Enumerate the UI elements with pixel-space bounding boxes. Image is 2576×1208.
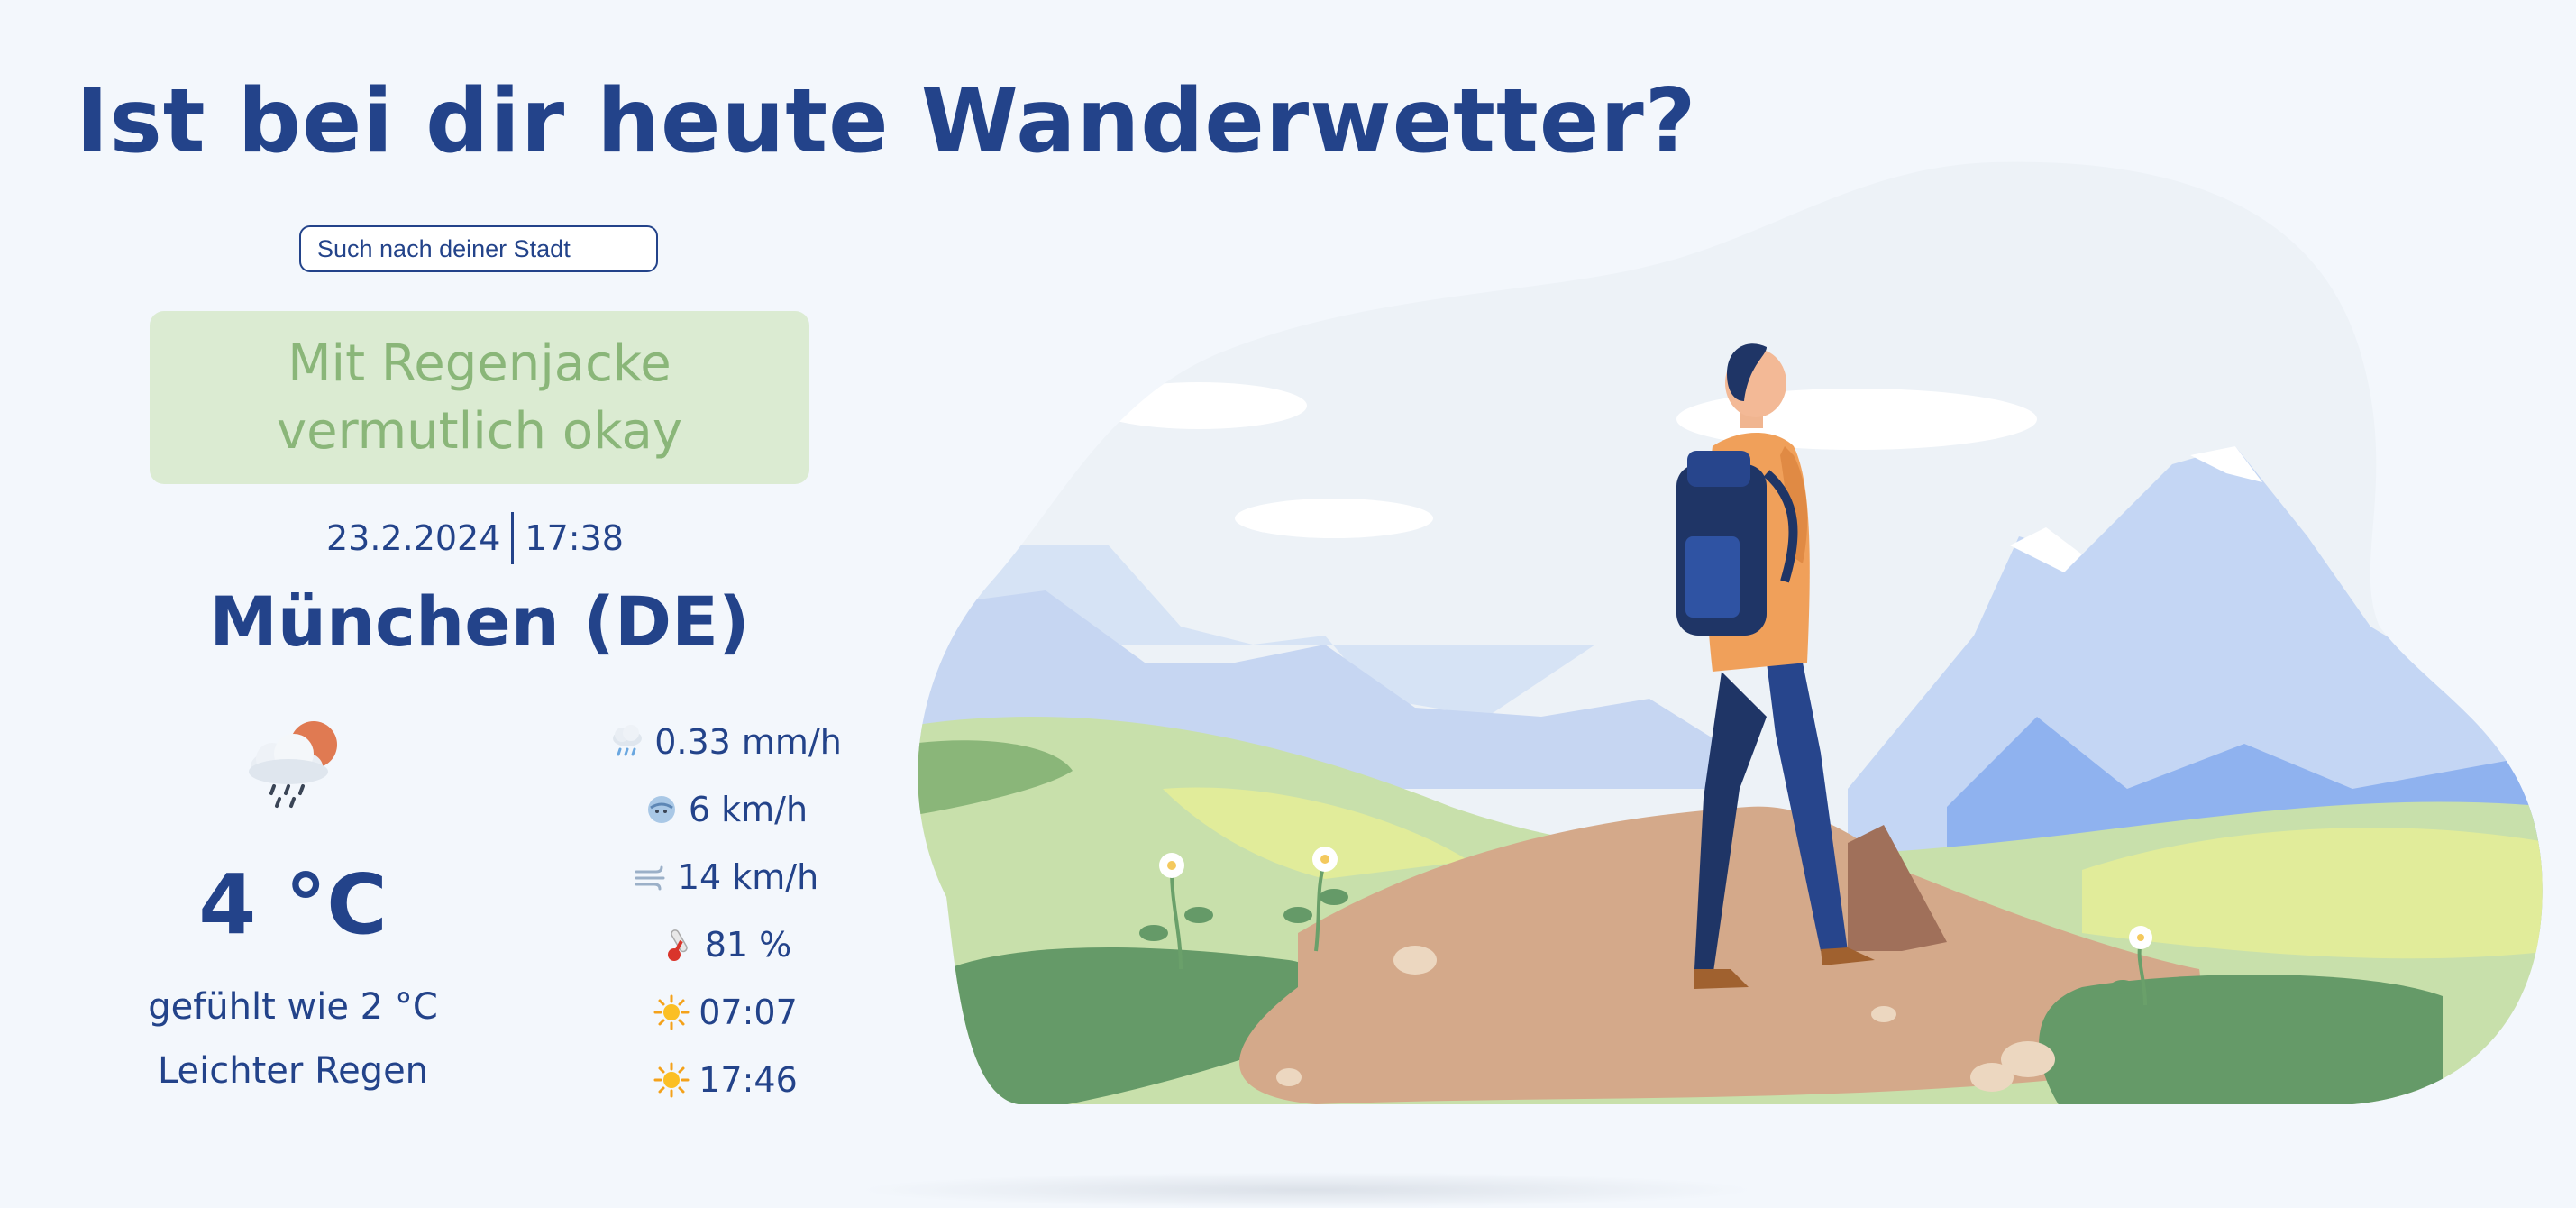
time-text: 17:38 (525, 518, 624, 558)
rain-cloud-icon (613, 724, 643, 755)
humidity-stat: 81 % (532, 911, 919, 978)
wind-gust-stat: 14 km/h (532, 843, 919, 911)
temperature: 4 °C (198, 856, 388, 953)
date-text: 23.2.2024 (326, 518, 501, 558)
sunrise-time: 07:07 (699, 992, 798, 1032)
wind-speed-stat: 6 km/h (532, 775, 919, 843)
date-time: 23.2.2024 17:38 (326, 510, 624, 566)
sunrise-sun-icon (653, 994, 690, 1030)
thermometer-icon (667, 929, 688, 961)
city-name: München (DE) (209, 581, 750, 662)
weather-description: Leichter Regen (157, 1050, 429, 1092)
wind-gust-value: 14 km/h (677, 856, 819, 897)
hiker-illustration (918, 161, 2543, 1104)
sunrise-stat: 07:07 (532, 978, 919, 1046)
sunset-time: 17:46 (699, 1059, 798, 1100)
verdict-text: Mit Regenjacke vermutlich okay (277, 334, 682, 461)
weather-stats: 0.33 mm/h 6 km/h 14 km/h 81 % 07:07 17:4… (532, 708, 919, 1113)
illustration-shadow (856, 1172, 1758, 1208)
precipitation-stat: 0.33 mm/h (532, 708, 919, 775)
humidity-value: 81 % (704, 924, 792, 965)
date-time-separator (511, 512, 515, 564)
sunset-sun-icon (653, 1062, 690, 1097)
precipitation-value: 0.33 mm/h (654, 721, 842, 762)
feels-like: gefühlt wie 2 °C (148, 986, 438, 1028)
sunset-stat: 17:46 (532, 1046, 919, 1113)
hiking-verdict-box: Mit Regenjacke vermutlich okay (150, 311, 809, 484)
city-search-input[interactable] (299, 225, 658, 272)
wind-speed-value: 6 km/h (688, 789, 808, 829)
wind-face-icon (647, 795, 675, 823)
wind-gust-icon (635, 865, 665, 890)
sun-behind-rain-cloud-icon (249, 721, 337, 808)
